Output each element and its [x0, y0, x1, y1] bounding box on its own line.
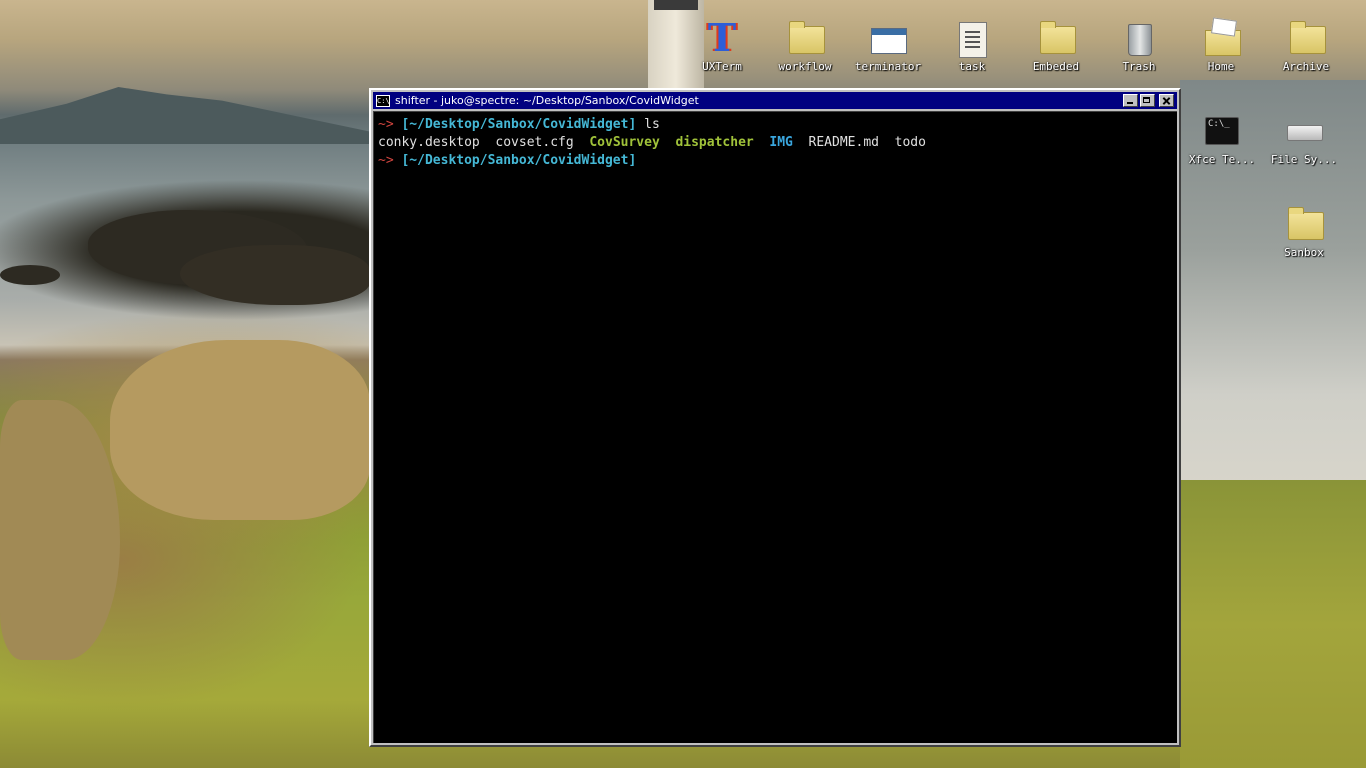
- wallpaper-cliff: [0, 400, 120, 660]
- desktop-icon-workflow[interactable]: workflow: [769, 21, 841, 73]
- wallpaper-grass: [1180, 480, 1366, 768]
- desktop-icon-label: Archive: [1282, 60, 1330, 73]
- trash-icon: [1120, 22, 1158, 56]
- typed-command: ls: [644, 117, 660, 132]
- file-entry: README.md: [808, 135, 879, 150]
- wallpaper-rock: [0, 265, 60, 285]
- desktop-icon-xfce-terminal[interactable]: C:\_ Xfce Te...: [1186, 115, 1258, 166]
- file-entry: todo: [894, 135, 926, 150]
- file-entry: conky.desktop: [378, 135, 480, 150]
- document-icon: [953, 22, 991, 58]
- desktop-icon-archive[interactable]: Archive: [1270, 21, 1342, 73]
- desktop-icon-sanbox[interactable]: Sanbox: [1268, 207, 1340, 259]
- desktop-icon-file-system[interactable]: File Sy...: [1268, 115, 1340, 166]
- home-folder-icon: [1202, 22, 1241, 56]
- desktop-icon-uxterm[interactable]: T UXTerm: [686, 15, 758, 74]
- prompt-arrow: ~>: [378, 117, 394, 132]
- desktop-icon-label: task: [958, 60, 986, 73]
- prompt-path: [~/Desktop/Sanbox/CovidWidget]: [401, 153, 637, 168]
- minimize-button[interactable]: [1123, 94, 1138, 107]
- wallpaper-mountain: [0, 86, 370, 144]
- close-button[interactable]: [1159, 94, 1174, 107]
- desktop-icon-label: Embeded: [1032, 60, 1080, 73]
- drive-icon: [1285, 115, 1323, 149]
- file-entry: covset.cfg: [495, 135, 574, 150]
- desktop-icon-label: Xfce Te...: [1188, 153, 1256, 166]
- desktop-icon-label: Trash: [1122, 60, 1156, 73]
- window-title: shifter - juko@spectre: ~/Desktop/Sanbox…: [395, 94, 699, 107]
- desktop-icon-label: File Sy...: [1270, 153, 1338, 166]
- executable-entry: dispatcher: [675, 135, 754, 150]
- wallpaper-cliff: [110, 340, 370, 520]
- window-titlebar[interactable]: C:\ shifter - juko@spectre: ~/Desktop/Sa…: [373, 92, 1177, 109]
- desktop-icon-label: UXTerm: [702, 60, 742, 73]
- desktop-icon-label: Sanbox: [1284, 246, 1324, 259]
- desktop-icon-task[interactable]: task: [936, 22, 1008, 73]
- desktop-icon-terminator[interactable]: terminator: [852, 22, 924, 73]
- terminal-icon: C:\_: [1203, 115, 1241, 149]
- desktop-icon-label: terminator: [854, 60, 922, 73]
- wallpaper-rock: [180, 245, 370, 305]
- desktop-background: T UXTerm workflow terminator task Embede…: [0, 0, 1366, 768]
- executable-entry: CovSurvey: [589, 135, 660, 150]
- window-icon: [869, 22, 907, 56]
- terminal-window[interactable]: C:\ shifter - juko@spectre: ~/Desktop/Sa…: [369, 88, 1181, 747]
- desktop-icon-embeded[interactable]: Embeded: [1020, 21, 1092, 73]
- wallpaper-lighthouse-top: [654, 0, 698, 10]
- terminal-line: ~> [~/Desktop/Sanbox/CovidWidget]: [378, 152, 1177, 170]
- folder-icon: [1285, 207, 1324, 242]
- uxterm-icon: T: [707, 15, 737, 60]
- desktop-icon-label: workflow: [778, 60, 832, 73]
- maximize-button[interactable]: [1140, 94, 1155, 107]
- terminal-app-icon[interactable]: C:\: [376, 94, 390, 107]
- folder-icon: [1037, 21, 1076, 56]
- directory-entry: IMG: [769, 135, 793, 150]
- desktop-icon-home[interactable]: Home: [1185, 22, 1257, 73]
- terminal-line: ~> [~/Desktop/Sanbox/CovidWidget] ls: [378, 116, 1177, 134]
- folder-icon: [786, 21, 825, 56]
- desktop-icon-label: Home: [1207, 60, 1235, 73]
- prompt-path: [~/Desktop/Sanbox/CovidWidget]: [401, 117, 637, 132]
- terminal-line: conky.desktop covset.cfg CovSurvey dispa…: [378, 134, 1177, 152]
- desktop-icon-trash[interactable]: Trash: [1103, 22, 1175, 73]
- folder-icon: [1287, 21, 1326, 56]
- terminal-output[interactable]: ~> [~/Desktop/Sanbox/CovidWidget] ls conk…: [373, 111, 1177, 743]
- prompt-arrow: ~>: [378, 153, 394, 168]
